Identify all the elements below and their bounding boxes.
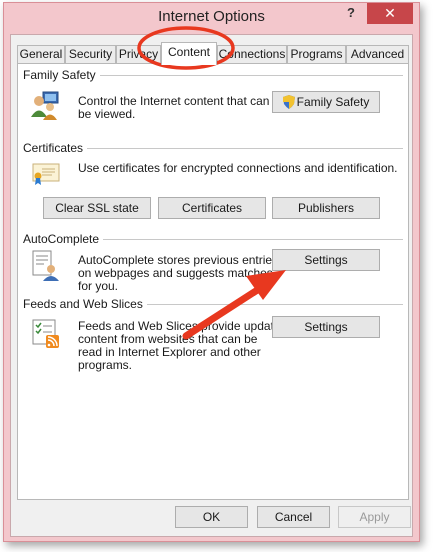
certificates-heading: Certificates	[23, 141, 88, 155]
family-safety-heading: Family Safety	[23, 68, 100, 82]
certificates-button[interactable]: Certificates	[158, 197, 266, 219]
tab-programs[interactable]: Programs	[287, 45, 346, 64]
feeds-settings-button[interactable]: Settings	[272, 316, 380, 338]
certificate-icon	[32, 161, 60, 190]
title-bar: Internet Options ? ✕	[4, 3, 419, 33]
feeds-icon	[32, 319, 62, 352]
autocomplete-icon	[32, 250, 60, 285]
autocomplete-heading: AutoComplete	[23, 232, 104, 246]
uac-shield-icon	[282, 95, 295, 115]
cancel-button[interactable]: Cancel	[257, 506, 330, 528]
help-button[interactable]: ?	[347, 5, 355, 20]
tab-connections[interactable]: Connections	[217, 45, 287, 64]
publishers-button[interactable]: Publishers	[272, 197, 380, 219]
window-title: Internet Options	[158, 8, 265, 25]
internet-options-window: Internet Options ? ✕ General Security Pr…	[3, 2, 420, 542]
tab-advanced[interactable]: Advanced	[346, 45, 409, 64]
content-tab-panel: Family Safety Control the Internet conte…	[17, 63, 409, 500]
family-safety-button[interactable]: Family Safety	[272, 91, 380, 113]
tab-strip: General Security Privacy Content Connect…	[17, 42, 409, 65]
autocomplete-desc-3: for you.	[78, 279, 119, 293]
family-safety-desc-2: be viewed.	[78, 107, 136, 121]
apply-button[interactable]: Apply	[338, 506, 411, 528]
dialog-client-area: General Security Privacy Content Connect…	[10, 34, 413, 537]
feeds-heading: Feeds and Web Slices	[23, 297, 147, 311]
tab-security[interactable]: Security	[65, 45, 116, 64]
family-safety-icon	[30, 90, 60, 125]
certificates-desc: Use certificates for encrypted connectio…	[78, 161, 398, 175]
tab-content[interactable]: Content	[161, 42, 217, 65]
autocomplete-settings-button[interactable]: Settings	[272, 249, 380, 271]
feeds-desc-4: programs.	[78, 358, 133, 372]
tab-privacy[interactable]: Privacy	[116, 45, 161, 64]
tab-general[interactable]: General	[17, 45, 65, 64]
clear-ssl-state-button[interactable]: Clear SSL state	[43, 197, 151, 219]
close-button[interactable]: ✕	[367, 3, 413, 24]
family-safety-button-label: Family Safety	[296, 95, 370, 109]
ok-button[interactable]: OK	[175, 506, 248, 528]
